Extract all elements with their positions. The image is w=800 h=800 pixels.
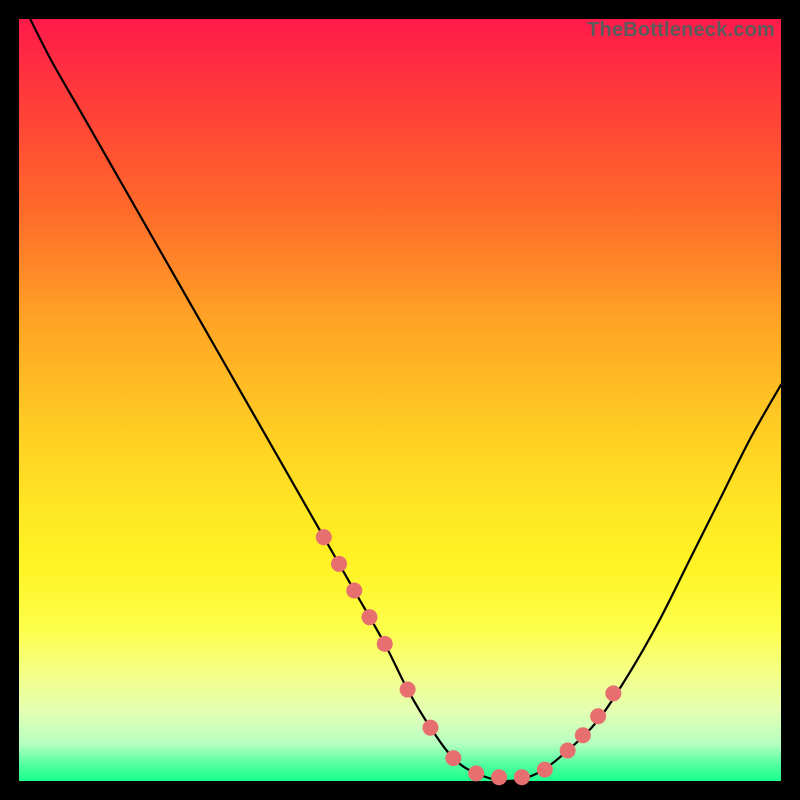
chart-container: TheBottleneck.com <box>0 0 800 800</box>
highlight-point <box>316 529 332 545</box>
highlight-point <box>362 609 378 625</box>
highlight-point <box>400 682 416 698</box>
highlight-point <box>590 708 606 724</box>
highlight-point <box>514 769 530 785</box>
highlight-point <box>445 750 461 766</box>
highlight-point <box>346 583 362 599</box>
highlight-point <box>377 636 393 652</box>
curve-svg <box>19 19 781 781</box>
highlight-point <box>331 556 347 572</box>
plot-area: TheBottleneck.com <box>19 19 781 781</box>
highlight-point <box>560 743 576 759</box>
highlight-point <box>468 765 484 781</box>
bottleneck-curve <box>19 0 781 781</box>
highlight-point <box>537 762 553 778</box>
highlight-point <box>575 727 591 743</box>
highlight-point <box>491 769 507 785</box>
highlight-point <box>422 720 438 736</box>
highlight-point <box>605 685 621 701</box>
highlighted-points-group <box>316 529 622 785</box>
